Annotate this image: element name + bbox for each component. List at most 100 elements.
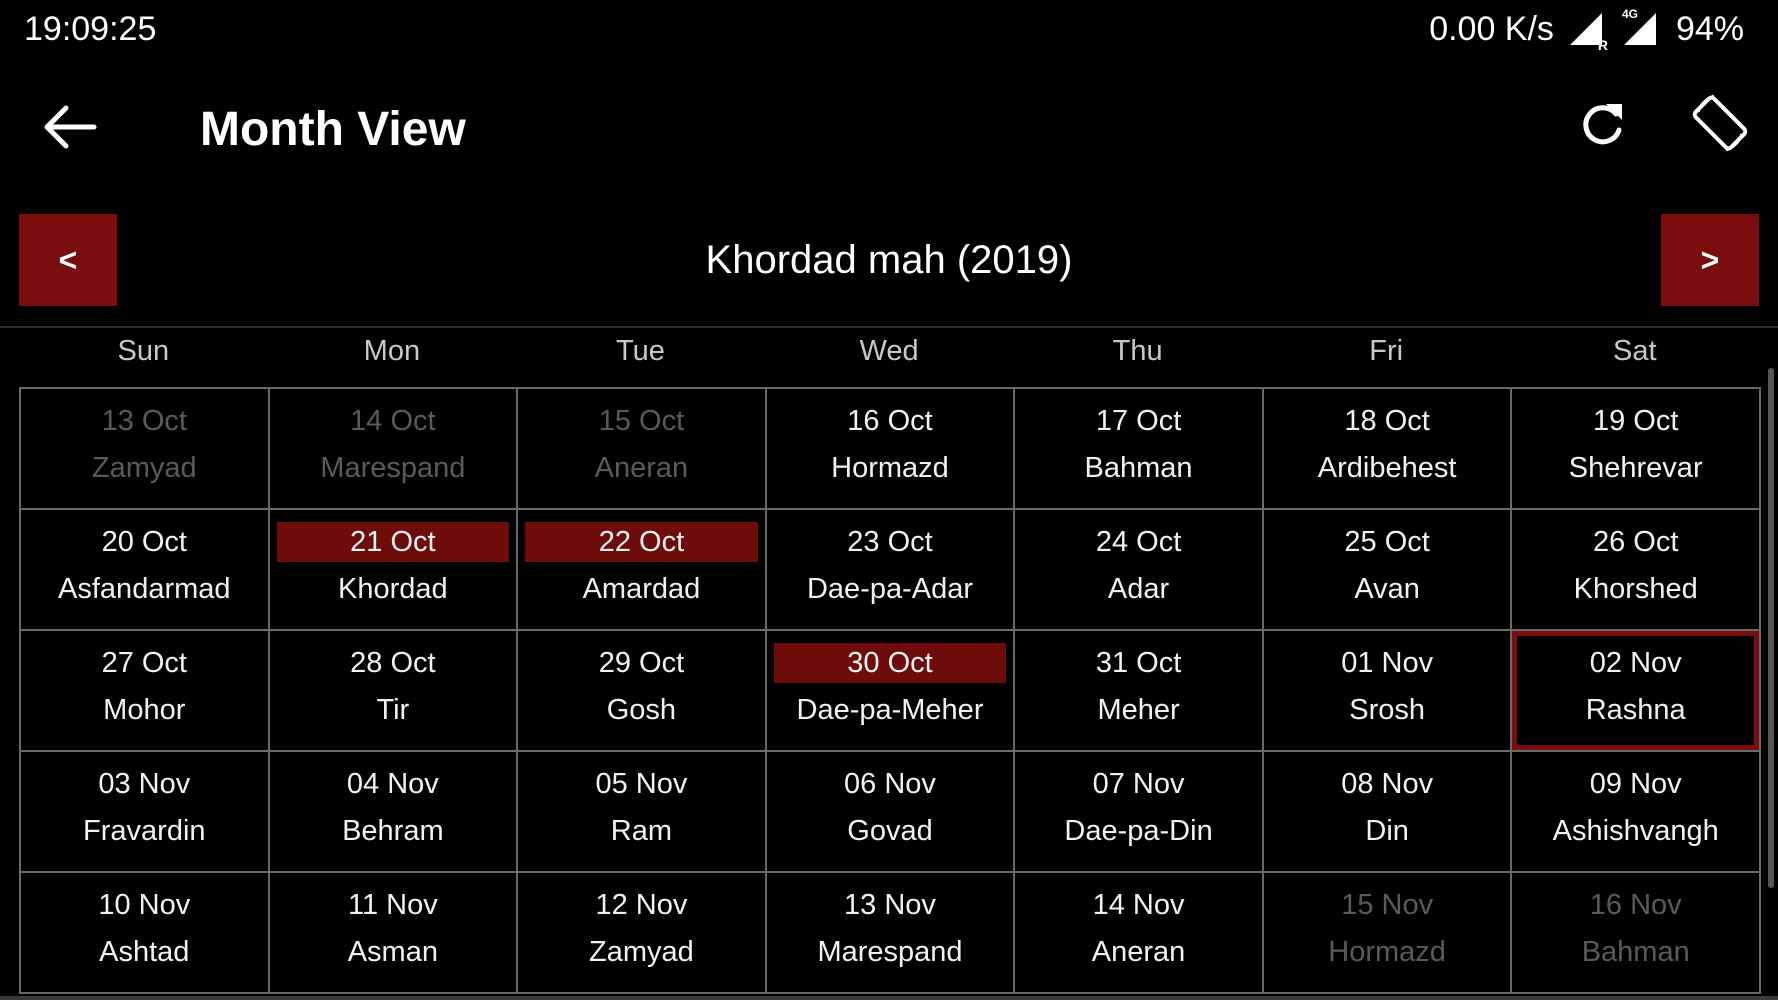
day-cell[interactable]: 30 Oct Dae-pa-Meher — [766, 631, 1016, 752]
day-date: 28 Oct — [350, 647, 436, 679]
day-date: 13 Oct — [101, 405, 187, 437]
day-cell[interactable]: 16 Nov Bahman — [1512, 873, 1761, 994]
day-cell[interactable]: 23 Oct Dae-pa-Adar — [766, 510, 1016, 631]
roaming-label: R — [1597, 36, 1608, 53]
day-cell[interactable]: 15 Oct Aneran — [518, 389, 767, 510]
day-cell[interactable]: 19 Oct Shehrevar — [1512, 389, 1761, 510]
day-date: 16 Nov — [1589, 889, 1682, 921]
day-cell-selected[interactable]: 02 Nov Rashna — [1512, 631, 1761, 752]
day-cell[interactable]: 13 Oct Zamyad — [21, 389, 270, 510]
day-date: 10 Nov — [98, 889, 191, 921]
day-cell[interactable]: 06 Nov Govad — [766, 752, 1016, 873]
day-date: 12 Nov — [595, 889, 688, 921]
day-date: 24 Oct — [1095, 526, 1182, 558]
day-roj-name: Govad — [847, 815, 933, 847]
day-cell[interactable]: 24 Oct Adar — [1015, 510, 1264, 631]
day-cell[interactable]: 27 Oct Mohor — [21, 631, 270, 752]
day-roj-name: Dae-pa-Meher — [796, 694, 984, 726]
scrollbar[interactable] — [1768, 368, 1774, 888]
next-month-button[interactable]: > — [1661, 214, 1759, 306]
day-cell[interactable]: 18 Oct Ardibehest — [1263, 389, 1513, 510]
day-cell[interactable]: 20 Oct Asfandarmad — [21, 510, 270, 631]
day-cell[interactable]: 26 Oct Khorshed — [1512, 510, 1761, 631]
day-date: 14 Nov — [1092, 889, 1185, 921]
status-time: 19:09:25 — [24, 10, 157, 48]
day-roj-name: Ardibehest — [1317, 452, 1457, 484]
day-cell[interactable]: 03 Nov Fravardin — [21, 752, 270, 873]
day-roj-name: Ashtad — [99, 936, 190, 968]
day-cell[interactable]: 22 Oct Amardad — [518, 510, 767, 631]
day-date: 18 Oct — [1344, 405, 1430, 437]
battery-level: 94% — [1675, 10, 1744, 48]
weekday-sat: Sat — [1612, 335, 1657, 367]
day-roj-name: Tir — [376, 694, 410, 726]
day-date: 25 Oct — [1344, 526, 1430, 558]
day-cell[interactable]: 31 Oct Meher — [1015, 631, 1264, 752]
status-bar: 19:09:25 0.00 K/s R 4G 94% — [0, 0, 1778, 62]
month-title: Khordad mah (2019) — [705, 238, 1073, 282]
day-cell[interactable]: 15 Nov Hormazd — [1263, 873, 1513, 994]
day-roj-name: Gosh — [606, 694, 677, 726]
day-cell[interactable]: 11 Nov Asman — [269, 873, 519, 994]
day-date: 01 Nov — [1341, 647, 1434, 679]
day-cell[interactable]: 14 Oct Marespand — [269, 389, 519, 510]
refresh-button[interactable] — [1578, 98, 1626, 150]
day-cell[interactable]: 07 Nov Dae-pa-Din — [1015, 752, 1264, 873]
day-roj-name: Khordad — [338, 573, 448, 605]
day-roj-name: Adar — [1107, 573, 1170, 605]
day-cell[interactable]: 28 Oct Tir — [269, 631, 519, 752]
day-cell[interactable]: 08 Nov Din — [1263, 752, 1513, 873]
day-cell[interactable]: 05 Nov Ram — [518, 752, 767, 873]
day-roj-name: Zamyad — [91, 452, 197, 484]
day-roj-name: Marespand — [817, 936, 963, 968]
weekday-thu: Thu — [1112, 335, 1163, 367]
day-roj-name: Fravardin — [83, 815, 206, 847]
day-cell[interactable]: 14 Nov Aneran — [1015, 873, 1264, 994]
day-cell[interactable]: 25 Oct Avan — [1263, 510, 1513, 631]
day-roj-name: Ashishvangh — [1552, 815, 1719, 847]
day-cell[interactable]: 16 Oct Hormazd — [766, 389, 1016, 510]
screen-rotation-icon — [1692, 94, 1748, 152]
rotate-screen-button[interactable] — [1688, 90, 1752, 156]
day-date: 05 Nov — [595, 768, 688, 800]
day-roj-name: Shehrevar — [1568, 452, 1703, 484]
network-type-label: 4G — [1621, 6, 1638, 21]
day-roj-name: Marespand — [320, 452, 466, 484]
day-date: 27 Oct — [101, 647, 187, 679]
network-speed: 0.00 K/s — [1429, 10, 1554, 48]
day-roj-name: Amardad — [582, 573, 701, 605]
day-date: 22 Oct — [525, 522, 758, 562]
day-roj-name: Aneran — [1091, 936, 1186, 968]
day-cell[interactable]: 29 Oct Gosh — [518, 631, 767, 752]
day-cell[interactable]: 09 Nov Ashishvangh — [1512, 752, 1761, 873]
day-roj-name: Meher — [1097, 694, 1180, 726]
day-roj-name: Zamyad — [589, 936, 694, 968]
day-date: 07 Nov — [1092, 768, 1185, 800]
day-date: 21 Oct — [276, 522, 510, 562]
day-roj-name: Behram — [342, 815, 444, 847]
weekday-header: Sun Mon Tue Wed Thu Fri Sat — [19, 330, 1759, 386]
day-cell[interactable]: 01 Nov Srosh — [1263, 631, 1513, 752]
day-roj-name: Asfandarmad — [58, 573, 231, 605]
day-date: 30 Oct — [773, 643, 1007, 683]
day-cell[interactable]: 10 Nov Ashtad — [21, 873, 270, 994]
day-roj-name: Avan — [1354, 573, 1420, 605]
day-cell[interactable]: 12 Nov Zamyad — [518, 873, 767, 994]
day-cell[interactable]: 21 Oct Khordad — [269, 510, 519, 631]
day-date: 11 Nov — [347, 889, 438, 921]
day-date: 20 Oct — [101, 526, 187, 558]
day-cell[interactable]: 17 Oct Bahman — [1015, 389, 1264, 510]
back-button[interactable] — [40, 102, 98, 152]
signal-4g-icon: 4G — [1622, 7, 1662, 49]
day-roj-name: Asman — [347, 936, 438, 968]
day-date: 23 Oct — [847, 526, 933, 558]
day-roj-name: Srosh — [1349, 694, 1426, 726]
day-cell[interactable]: 04 Nov Behram — [269, 752, 519, 873]
page-title: Month View — [200, 103, 466, 156]
status-indicators: 0.00 K/s R 4G 94% — [1429, 7, 1744, 53]
day-date: 16 Oct — [847, 405, 933, 437]
weekday-mon: Mon — [363, 335, 421, 367]
day-date: 08 Nov — [1341, 768, 1434, 800]
day-roj-name: Dae-pa-Adar — [806, 573, 973, 605]
day-cell[interactable]: 13 Nov Marespand — [766, 873, 1016, 994]
